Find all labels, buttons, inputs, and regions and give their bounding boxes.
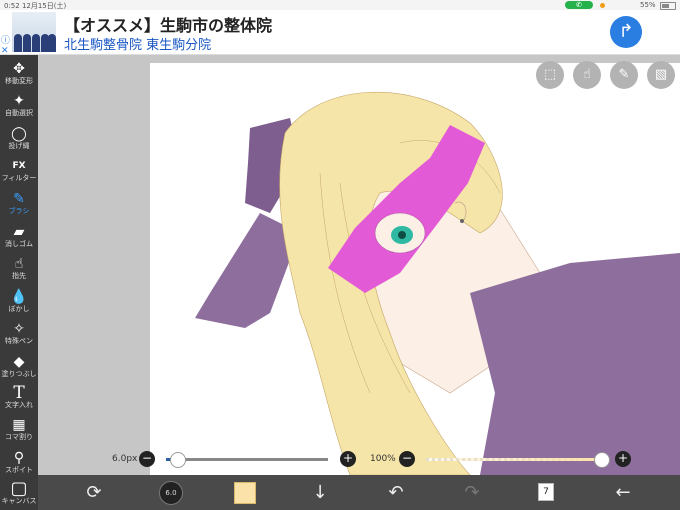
opacity-fill: [426, 458, 601, 461]
ruler-icon[interactable]: ✎: [610, 61, 638, 89]
canvas-area[interactable]: ⬚ ☝ ✎ ▧: [38, 55, 680, 475]
drawing-canvas[interactable]: [150, 63, 680, 475]
back-arrow-icon[interactable]: ←: [609, 479, 637, 507]
tool-bar: ✥ 移動変形 ✦ 自動選択 ◯ 投げ縄 FX フィルター ✎ ブラシ ▰ 消しゴム ☝ 指先 …: [0, 55, 38, 510]
tool-label: 指先: [12, 272, 26, 280]
tool-label: フィルター: [1, 174, 37, 182]
tool-label: 特殊ペン: [5, 337, 33, 345]
battery-icon: [660, 2, 676, 10]
opacity-minus-button[interactable]: −: [399, 451, 415, 467]
lasso-icon: ◯: [11, 126, 27, 142]
eyedropper-icon: ⚲: [13, 450, 25, 466]
tool-eraser[interactable]: ▰ 消しゴム: [0, 224, 38, 249]
finger-icon: ☝: [14, 256, 24, 272]
text-icon: T: [13, 383, 25, 403]
brush-preview-button[interactable]: 6.0: [159, 481, 183, 505]
bottom-bar: ⟳ 6.0 ↓ ↶ ↷ 7 ←: [38, 475, 680, 510]
status-dot: [600, 3, 605, 8]
redo-icon[interactable]: ↷: [458, 479, 486, 507]
panel-icon: ▦: [12, 417, 26, 433]
opacity-plus-button[interactable]: +: [615, 451, 631, 467]
directions-icon[interactable]: ↱: [610, 16, 642, 48]
move-icon: ✥: [13, 61, 25, 77]
magic-wand-icon: ✦: [13, 93, 25, 109]
canvas-icon: ▢: [10, 478, 28, 499]
eraser-icon: ▰: [13, 224, 25, 240]
tool-label: キャンバス: [1, 497, 37, 505]
fx-icon: FX: [12, 161, 26, 171]
sparkle-pen-icon: ✧: [13, 321, 25, 337]
tool-label: 塗りつぶし: [1, 370, 37, 378]
brush-icon: ✎: [13, 191, 25, 207]
tool-eyedropper[interactable]: ⚲ スポイト: [0, 450, 38, 475]
ad-info-icon[interactable]: ⓘ ✕: [1, 36, 10, 56]
color-swatch[interactable]: [234, 482, 256, 504]
tool-panel-split[interactable]: ▦ コマ割り: [0, 417, 38, 442]
brush-size-label: 6.0px: [112, 454, 138, 464]
artwork-image: [195, 91, 680, 475]
tool-blur[interactable]: 💧 ぼかし: [0, 289, 38, 314]
transform-icon[interactable]: ⟳: [80, 479, 108, 507]
download-arrow-icon[interactable]: ↓: [306, 479, 334, 507]
ad-image[interactable]: [12, 12, 56, 52]
call-indicator-icon[interactable]: ✆: [565, 1, 593, 9]
tool-auto-select[interactable]: ✦ 自動選択: [0, 93, 38, 118]
opacity-knob[interactable]: [594, 452, 610, 468]
tool-finger[interactable]: ☝ 指先: [0, 256, 38, 281]
tool-label: ぼかし: [8, 305, 30, 313]
tool-fill[interactable]: ◆ 塗りつぶし: [0, 354, 38, 379]
brush-size-slider[interactable]: [166, 452, 328, 468]
status-bar: 0:52 12月15日(土) ✆ 55%: [0, 0, 680, 10]
layer-count-button[interactable]: 7: [538, 483, 554, 501]
tool-canvas[interactable]: ▢ キャンバス: [0, 478, 38, 506]
drop-icon: 💧: [10, 289, 28, 305]
tool-text[interactable]: T 文字入れ: [0, 385, 38, 410]
ad-banner[interactable]: ⓘ ✕ 【オススメ】生駒市の整体院 北生駒整骨院 東生駒分院 ↱: [0, 10, 680, 56]
slider-row: 6.0px − + 100% − +: [38, 448, 680, 472]
undo-icon[interactable]: ↶: [382, 479, 410, 507]
tool-label: 自動選択: [5, 109, 33, 117]
ad-title[interactable]: 【オススメ】生駒市の整体院: [64, 12, 272, 36]
tool-label: 移動変形: [5, 77, 33, 85]
tool-label: 消しゴム: [5, 240, 33, 248]
tool-filter[interactable]: FX フィルター: [0, 158, 38, 183]
battery-text: 55%: [640, 1, 656, 9]
tool-special-pen[interactable]: ✧ 特殊ペン: [0, 321, 38, 346]
brush-size-minus-button[interactable]: −: [139, 451, 155, 467]
tool-label: 投げ縄: [8, 142, 30, 150]
bucket-icon: ◆: [13, 354, 25, 370]
ad-subtitle[interactable]: 北生駒整骨院 東生駒分院: [64, 34, 211, 53]
tool-label: ブラシ: [8, 207, 30, 215]
tool-brush[interactable]: ✎ ブラシ: [0, 191, 38, 216]
tool-label: コマ割り: [5, 433, 33, 441]
brush-size-plus-button[interactable]: +: [340, 451, 356, 467]
opacity-label: 100%: [370, 454, 396, 464]
tool-lasso[interactable]: ◯ 投げ縄: [0, 126, 38, 151]
tool-label: 文字入れ: [5, 401, 33, 409]
tool-move-transform[interactable]: ✥ 移動変形: [0, 61, 38, 86]
tool-label: スポイト: [5, 466, 33, 474]
selection-icon[interactable]: ⬚: [536, 61, 564, 89]
opacity-slider[interactable]: [426, 452, 610, 468]
image-icon[interactable]: ▧: [647, 61, 675, 89]
brush-size-knob[interactable]: [170, 452, 187, 468]
hand-icon[interactable]: ☝: [573, 61, 601, 89]
